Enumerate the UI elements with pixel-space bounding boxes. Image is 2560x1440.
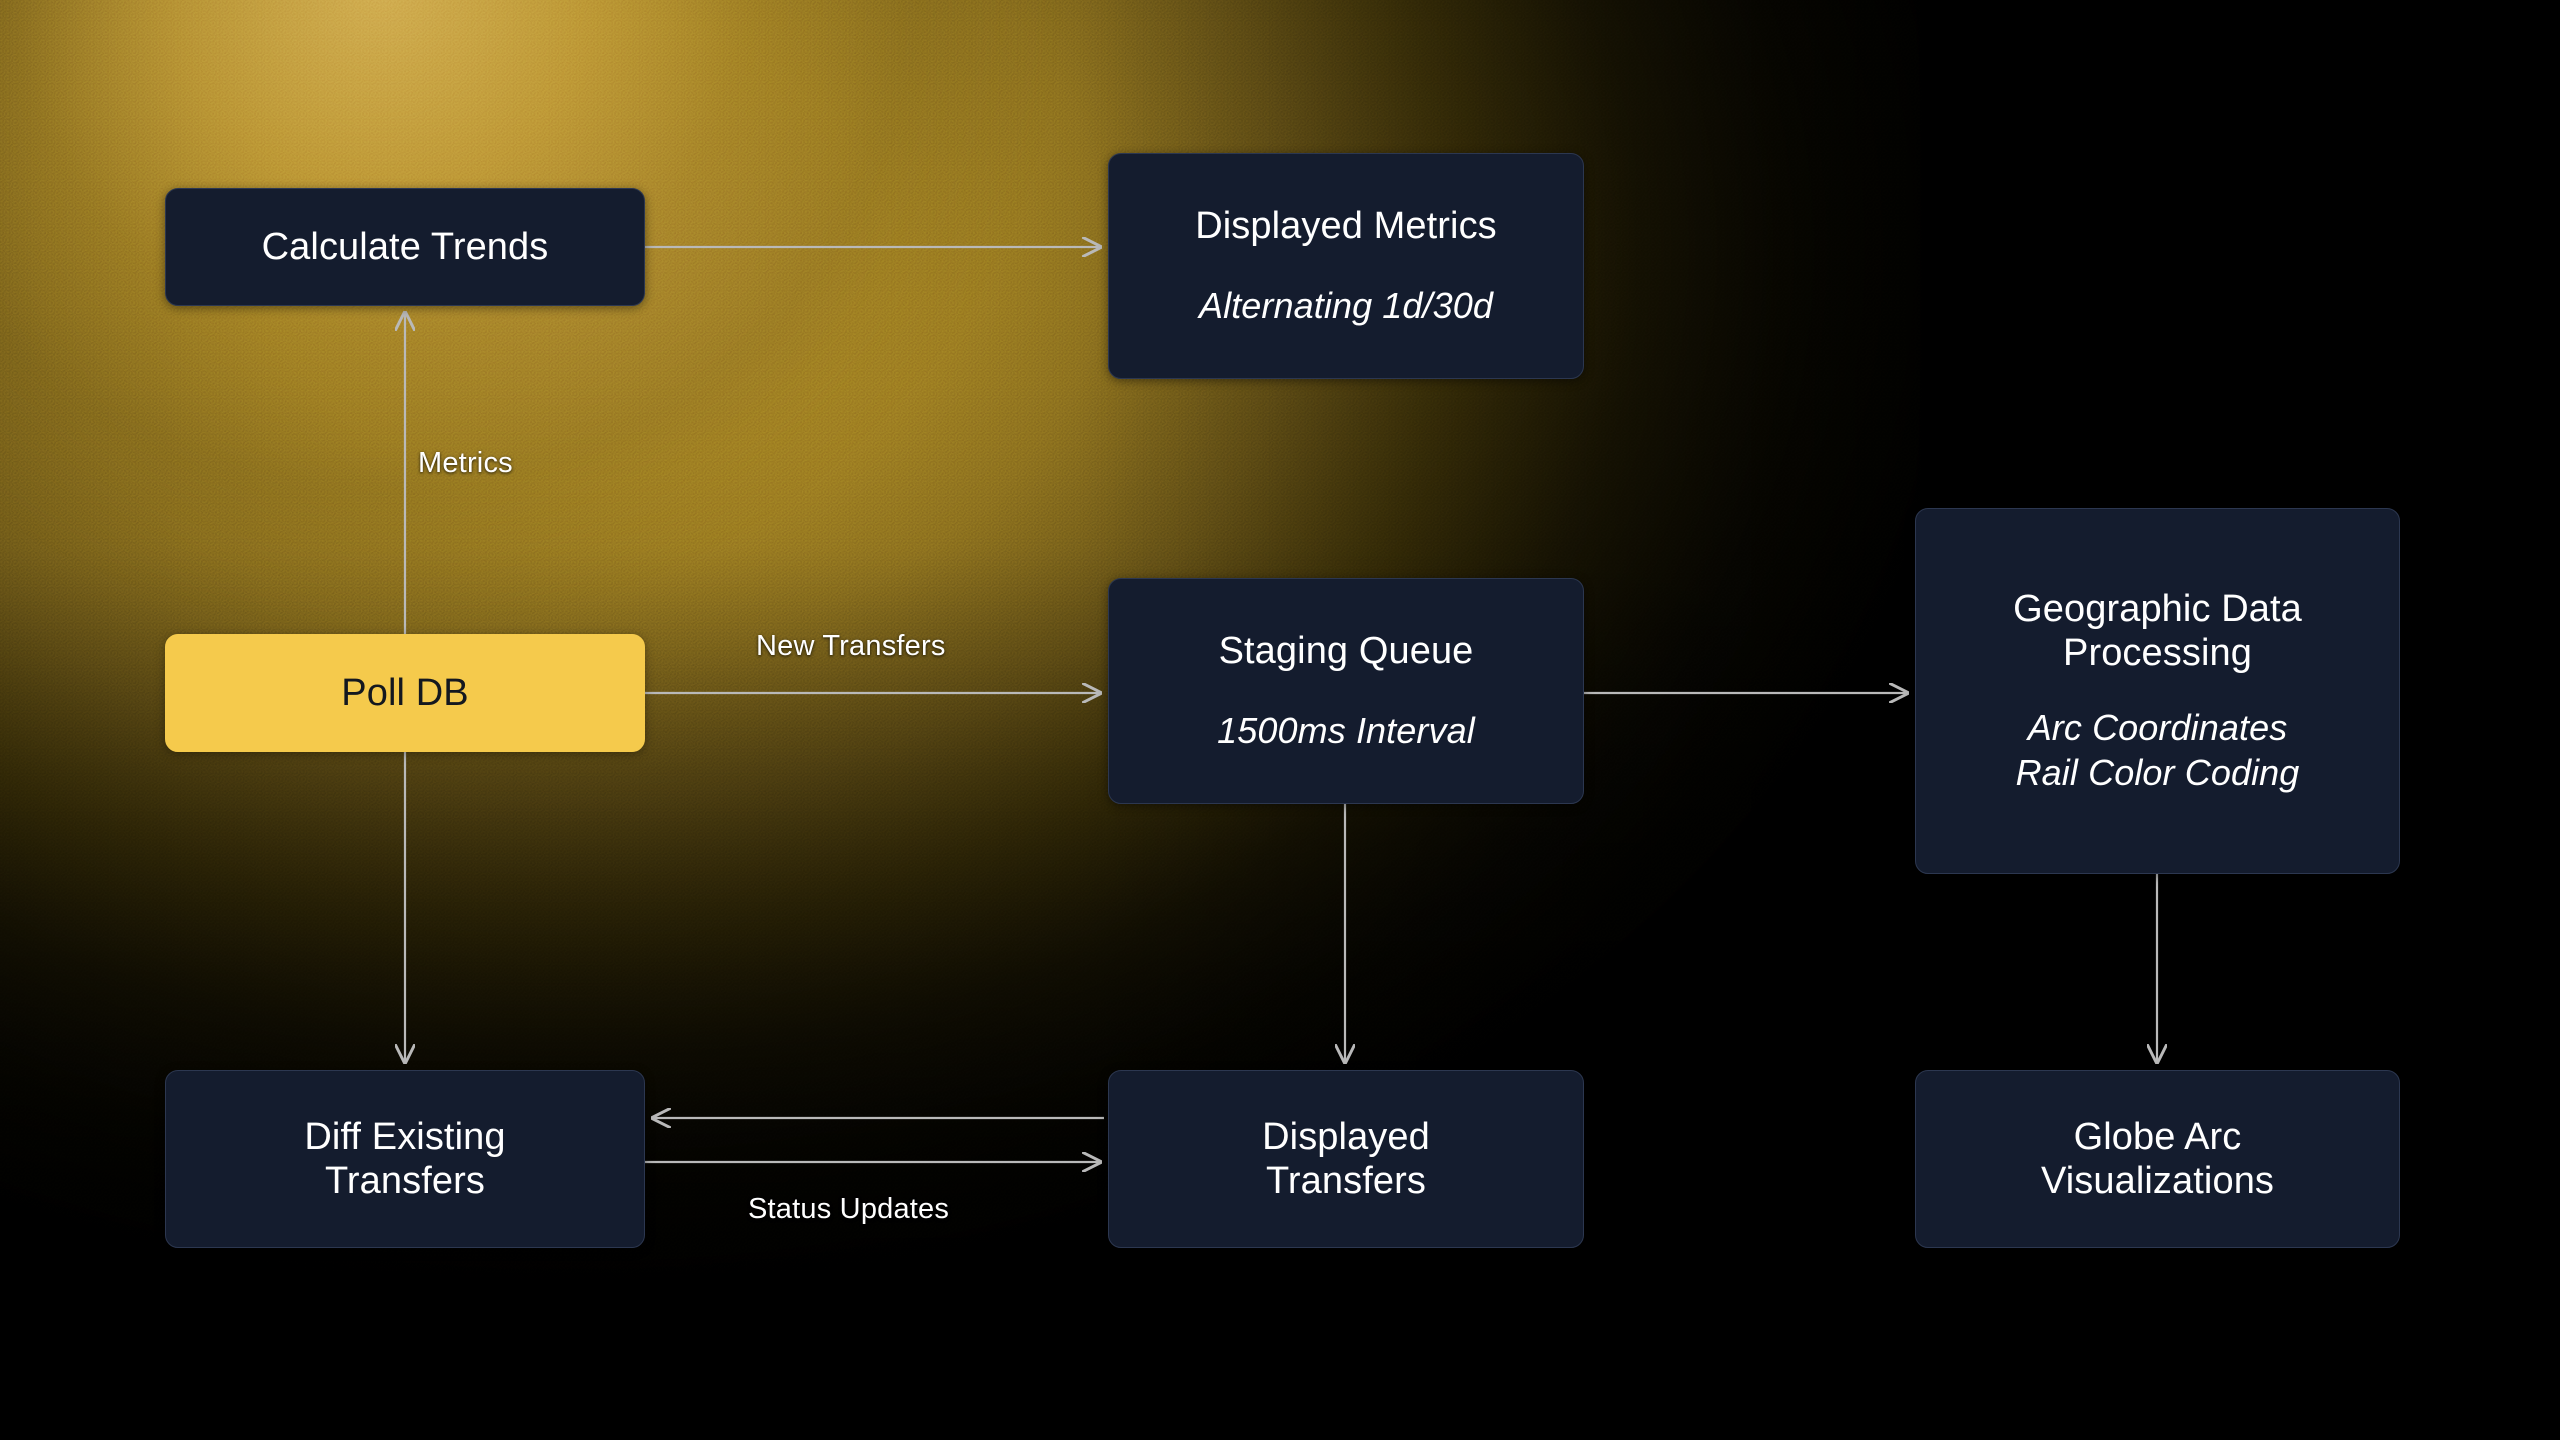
node-poll-db-title: Poll DB (341, 671, 469, 714)
node-diff-existing-transfers[interactable]: Diff Existing Transfers (165, 1070, 645, 1248)
node-displayed-transfers-title: Displayed Transfers (1262, 1115, 1430, 1202)
diagram-canvas: Metrics New Transfers Status Updates Cal… (0, 0, 2560, 1440)
node-displayed-metrics-subtitle: Alternating 1d/30d (1198, 284, 1494, 326)
node-staging-queue[interactable]: Staging Queue 1500ms Interval (1108, 578, 1584, 804)
edge-label-metrics: Metrics (418, 447, 513, 479)
node-displayed-transfers[interactable]: Displayed Transfers (1108, 1070, 1584, 1248)
node-staging-queue-title: Staging Queue (1218, 630, 1474, 673)
node-calculate-trends-title: Calculate Trends (261, 225, 549, 268)
node-displayed-metrics-title: Displayed Metrics (1195, 205, 1497, 248)
node-calculate-trends[interactable]: Calculate Trends (165, 188, 645, 306)
node-geographic-data-processing-subtitle: Arc Coordinates Rail Color Coding (2015, 707, 2300, 794)
edge-label-status-updates: Status Updates (748, 1193, 950, 1225)
node-globe-arc-visualizations[interactable]: Globe Arc Visualizations (1915, 1070, 2400, 1248)
node-globe-arc-visualizations-title: Globe Arc Visualizations (2040, 1115, 2275, 1202)
node-diff-existing-transfers-title: Diff Existing Transfers (304, 1115, 506, 1202)
node-staging-queue-subtitle: 1500ms Interval (1217, 709, 1475, 751)
node-geographic-data-processing[interactable]: Geographic Data Processing Arc Coordinat… (1915, 508, 2400, 874)
edge-label-new-transfers: New Transfers (756, 630, 946, 662)
node-displayed-metrics[interactable]: Displayed Metrics Alternating 1d/30d (1108, 153, 1584, 379)
node-poll-db[interactable]: Poll DB (165, 634, 645, 752)
node-geographic-data-processing-title: Geographic Data Processing (2013, 587, 2302, 674)
